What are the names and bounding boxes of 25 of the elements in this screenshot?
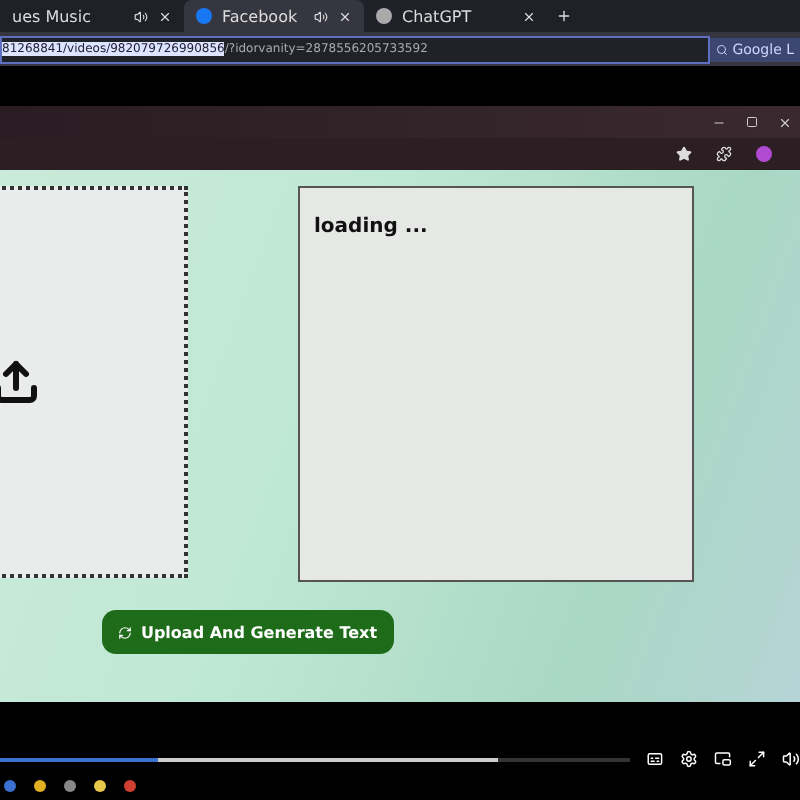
volume-icon[interactable] <box>782 750 800 768</box>
close-icon[interactable] <box>778 115 792 129</box>
upload-icon <box>0 358 40 406</box>
speaker-icon[interactable] <box>134 9 148 23</box>
close-icon[interactable] <box>158 9 172 23</box>
upload-generate-button[interactable]: Upload And Generate Text <box>102 610 394 654</box>
refresh-icon <box>118 625 133 639</box>
new-tab-icon[interactable] <box>556 8 572 24</box>
picture-in-picture-icon[interactable] <box>714 750 733 768</box>
extensions-icon[interactable] <box>716 146 732 162</box>
settings-icon[interactable] <box>680 750 699 768</box>
profile-avatar[interactable] <box>756 146 772 162</box>
browser-tab[interactable]: Facebook <box>184 0 364 32</box>
fullscreen-icon[interactable] <box>748 750 767 768</box>
browser-tab[interactable]: ues Music <box>0 0 184 32</box>
captions-icon[interactable] <box>646 750 665 768</box>
maximize-icon[interactable] <box>746 116 758 128</box>
close-icon[interactable] <box>338 9 352 23</box>
speaker-icon[interactable] <box>314 9 328 23</box>
upload-drop-zone[interactable] <box>0 186 188 578</box>
browser-tab[interactable]: ChatGPT <box>364 0 548 32</box>
loading-text: loading ... <box>314 216 428 238</box>
search-icon <box>716 43 729 55</box>
bookmark-star-icon[interactable] <box>676 146 692 162</box>
close-icon[interactable] <box>522 9 536 23</box>
